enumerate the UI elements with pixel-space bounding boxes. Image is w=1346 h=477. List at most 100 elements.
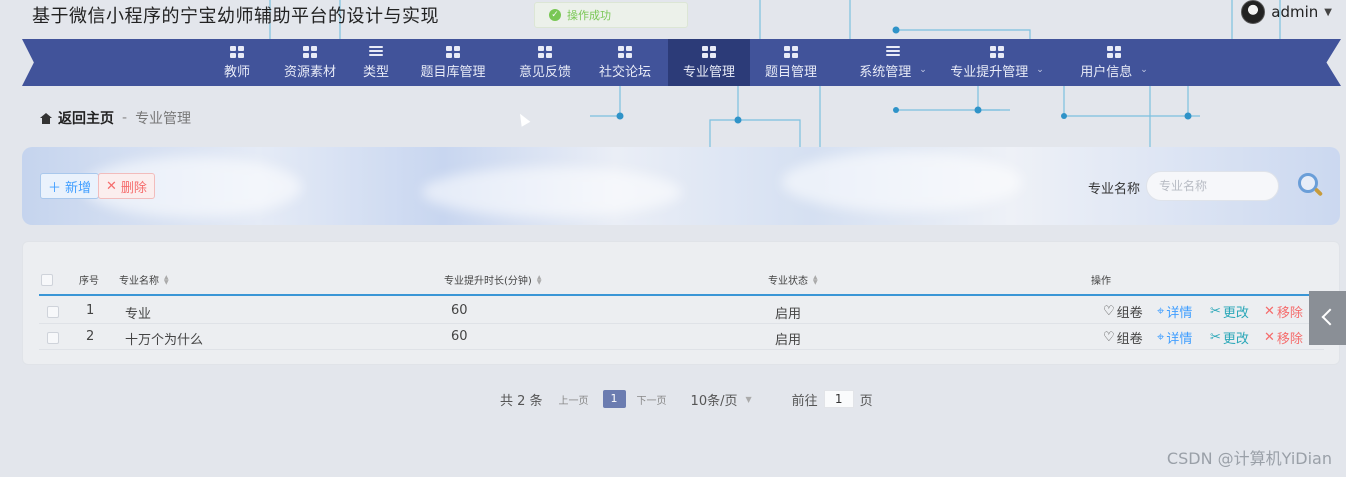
- goto-page: 前往 页: [792, 390, 873, 409]
- breadcrumb: 返回主页 - 专业管理: [40, 108, 191, 128]
- column-header-duration[interactable]: 专业提升时长(分钟) ▲ ▼: [444, 272, 541, 287]
- fav-button[interactable]: ♡ 组卷: [1103, 328, 1143, 347]
- detail-button-label: 详情: [1166, 306, 1193, 321]
- column-header-actions: 操作: [1091, 276, 1111, 287]
- cell-index: 2: [86, 329, 95, 344]
- goto-page-input[interactable]: [823, 390, 854, 408]
- page-number-current[interactable]: 1: [602, 390, 626, 408]
- fav-button-label: 组卷: [1116, 306, 1143, 321]
- nav-item-label: 题目管理: [764, 64, 817, 80]
- cell-status: 启用: [775, 333, 802, 348]
- column-header-status-label: 专业状态: [768, 276, 808, 287]
- remove-button[interactable]: ✕ 移除: [1264, 302, 1303, 321]
- app-title: 基于微信小程序的宁宝幼师辅助平台的设计与实现: [32, 6, 439, 27]
- delete-button[interactable]: ✕ 删除: [98, 173, 155, 199]
- search-input[interactable]: [1146, 171, 1279, 201]
- nav-item-1[interactable]: 资源素材: [274, 39, 346, 86]
- nav-item-2[interactable]: 类型: [356, 39, 396, 86]
- cell-name: 十万个为什么: [125, 333, 204, 348]
- nav-item-3[interactable]: 题目库管理: [412, 39, 494, 86]
- nav-item-6[interactable]: 专业管理: [668, 39, 750, 86]
- cloud-decoration: [422, 167, 682, 217]
- collapse-sidebar-button[interactable]: [1309, 291, 1346, 345]
- nav-item-label: 类型: [362, 64, 389, 80]
- prev-page-button[interactable]: 上一页: [559, 392, 589, 407]
- page-size-select[interactable]: 10条/页 ▼: [691, 390, 752, 409]
- file-icon: [303, 45, 317, 58]
- edit-icon: ✂: [1210, 304, 1221, 319]
- column-header-index: 序号: [79, 276, 99, 287]
- nav-item-label: 意见反馈: [518, 64, 571, 80]
- column-header-name-label: 专业名称: [119, 276, 159, 287]
- add-button[interactable]: ＋ 新增: [40, 173, 100, 199]
- detail-button[interactable]: ⌖ 详情: [1157, 302, 1192, 321]
- cloud-decoration: [782, 152, 1022, 212]
- next-page-button[interactable]: 下一页: [637, 392, 667, 407]
- nav-item-label: 专业管理: [682, 64, 735, 80]
- table-row: 2 十万个为什么 60 启用 ♡ 组卷 ⌖ 详情 ✂ 更改 ✕ 移除: [39, 323, 1324, 350]
- remove-button[interactable]: ✕ 移除: [1264, 328, 1303, 347]
- chevron-down-icon: ⌄: [1036, 65, 1044, 75]
- detail-button[interactable]: ⌖ 详情: [1157, 328, 1192, 347]
- delete-button-label: 删除: [120, 180, 147, 196]
- sort-icon: ▲ ▼: [536, 273, 542, 286]
- nav-item-7[interactable]: 题目管理: [753, 39, 829, 86]
- filter-label: 专业名称: [1088, 182, 1141, 197]
- home-icon: [40, 112, 52, 124]
- row-checkbox[interactable]: [47, 306, 59, 318]
- edit-button[interactable]: ✂ 更改: [1210, 302, 1249, 321]
- table-row: 1 专业 60 启用 ♡ 组卷 ⌖ 详情 ✂ 更改 ✕ 移除: [39, 297, 1324, 324]
- add-button-label: 新增: [65, 180, 92, 196]
- close-icon: ✕: [1264, 330, 1275, 345]
- grid-icon: [618, 45, 632, 58]
- search-icon[interactable]: [1298, 173, 1324, 199]
- column-header-name[interactable]: 专业名称 ▲ ▼: [119, 272, 169, 287]
- nav-item-label: 专业提升管理: [950, 64, 1029, 80]
- nav-item-10[interactable]: 用户信息 ⌄: [1068, 39, 1160, 86]
- nav-item-label: 教师: [223, 64, 250, 80]
- edit-button[interactable]: ✂ 更改: [1210, 328, 1249, 347]
- nav-item-label-row: 系统管理 ⌄: [859, 61, 927, 80]
- edit-button-label: 更改: [1222, 306, 1249, 321]
- table-header: 序号 专业名称 ▲ ▼ 专业提升时长(分钟) ▲ ▼ 专业状态 ▲ ▼ 操作: [39, 266, 1324, 296]
- close-icon: ✕: [1264, 304, 1275, 319]
- column-header-status[interactable]: 专业状态 ▲ ▼: [768, 272, 818, 287]
- breadcrumb-home-link[interactable]: 返回主页: [58, 108, 114, 128]
- sort-icon: ▲ ▼: [813, 273, 818, 286]
- nav-item-0[interactable]: 教师: [212, 39, 262, 86]
- fav-button[interactable]: ♡ 组卷: [1103, 302, 1143, 321]
- nav-item-label-row: 教师: [224, 61, 250, 80]
- cell-index: 1: [86, 303, 95, 318]
- check-circle-icon: ✓: [549, 9, 561, 21]
- fav-button-label: 组卷: [1116, 332, 1143, 347]
- goto-prefix: 前往: [791, 393, 818, 409]
- nav-item-5[interactable]: 社交论坛: [592, 39, 658, 86]
- nav-item-label: 系统管理: [859, 64, 912, 80]
- row-checkbox[interactable]: [47, 332, 59, 344]
- user-name: admin: [1271, 3, 1319, 21]
- avatar: [1241, 0, 1266, 24]
- nav-item-label-row: 题目库管理: [420, 61, 485, 80]
- grid-icon: [538, 45, 552, 58]
- nav-item-8[interactable]: 系统管理 ⌄: [845, 39, 941, 86]
- cell-duration: 60: [451, 303, 468, 318]
- sort-icon: ▲ ▼: [164, 273, 169, 286]
- filter-card: ＋ 新增 ✕ 删除 专业名称: [22, 147, 1340, 225]
- nav-item-label-row: 专业提升管理 ⌄: [950, 61, 1044, 80]
- nav-item-label: 用户信息: [1080, 64, 1133, 80]
- cell-duration: 60: [451, 329, 468, 344]
- chevron-down-icon: ⌄: [919, 65, 927, 75]
- nav-item-9[interactable]: 专业提升管理 ⌄: [942, 39, 1052, 86]
- select-all-checkbox[interactable]: [41, 274, 53, 286]
- chevron-down-icon: ⌄: [1140, 65, 1148, 75]
- folder-icon: [446, 45, 460, 58]
- edit-icon: ✂: [1210, 330, 1221, 345]
- nav-items: 教师 资源素材 类型 题目库管理 意见反馈 社交论坛 专业管理 题目管理 系统管理 ⌄ 专业提升管理…: [22, 39, 1341, 86]
- nav-item-label-row: 意见反馈: [519, 61, 571, 80]
- cell-name: 专业: [125, 307, 152, 322]
- pagination: 共 2 条 上一页 1 下一页 10条/页 ▼ 前往 页: [500, 390, 873, 409]
- user-menu[interactable]: admin ▼: [1241, 0, 1332, 24]
- heart-icon: ♡: [1103, 330, 1115, 345]
- heart-icon: ♡: [1103, 304, 1115, 319]
- nav-item-4[interactable]: 意见反馈: [509, 39, 581, 86]
